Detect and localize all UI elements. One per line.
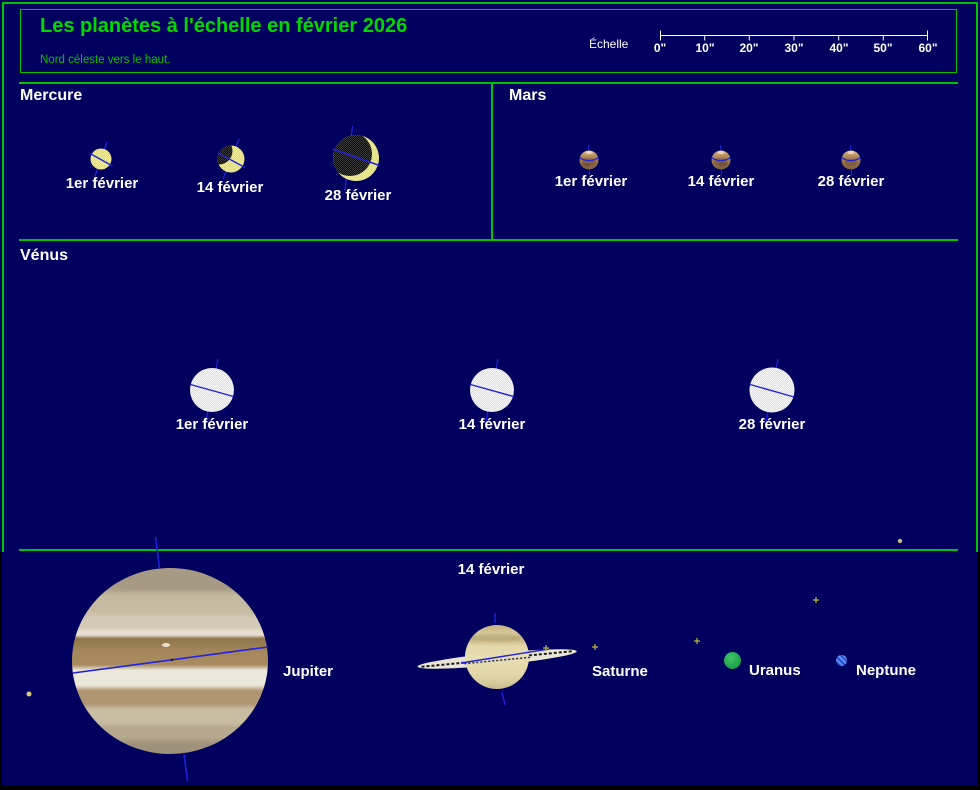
outer-border-right [976, 2, 978, 552]
mercury-date-3: 28 février [324, 187, 392, 204]
mars-date-2: 14 février [687, 173, 755, 190]
uranus-disk [724, 652, 741, 669]
uranus-label: Uranus [749, 662, 801, 679]
mercury-date-1: 1er février [65, 175, 139, 192]
canvas-edge-bottom [0, 786, 980, 790]
neptune-disk [836, 655, 847, 666]
scale-tick-label: 30" [784, 41, 804, 55]
page-subtitle: Nord céleste vers le haut. [40, 54, 171, 66]
scale-tick-label: 20" [739, 41, 759, 55]
venus-date-1: 1er février [175, 416, 249, 433]
scale-tick-label: 40" [829, 41, 849, 55]
page-title: Les planètes à l'échelle en février 2026 [40, 15, 408, 37]
divider-middle [19, 239, 958, 241]
scale-tick-label: 60" [918, 41, 938, 55]
scale-tick-label: 50" [873, 41, 893, 55]
outer-date-caption: 14 février [457, 561, 525, 578]
divider-vertical [491, 82, 493, 241]
scale-tick-label: 0" [653, 41, 667, 55]
venus-date-2: 14 février [458, 416, 526, 433]
venus-date-3: 28 février [738, 416, 806, 433]
jupiter-axis-line-top [154, 536, 161, 569]
scale-tick-label: 10" [695, 41, 715, 55]
jupiter-label: Jupiter [283, 663, 334, 680]
saturn-figure [417, 613, 577, 706]
divider-top [19, 82, 958, 84]
mars-date-3: 28 février [817, 173, 885, 190]
jupiter-axis-line-bottom [183, 753, 189, 782]
neptune-label: Neptune [856, 662, 916, 679]
canvas-edge-left [0, 552, 2, 790]
moon-marker-plus [813, 597, 819, 603]
outer-border-left [2, 2, 4, 552]
saturn-label: Saturne [592, 663, 648, 680]
jupiter-moon-dot [26, 691, 32, 697]
app-canvas: Les planètes à l'échelle en février 2026… [0, 0, 980, 790]
panel-title-mars: Mars [509, 87, 547, 104]
panel-title-mercury: Mercure [20, 87, 83, 104]
panel-title-venus: Vénus [20, 247, 69, 264]
outer-border-top [2, 2, 978, 4]
divider-bottom [19, 549, 958, 551]
moon-marker-plus [694, 638, 700, 644]
star-dot [897, 538, 903, 544]
mercury-date-2: 14 février [196, 179, 264, 196]
jupiter-sphere [72, 568, 268, 754]
scale-label: Échelle [589, 37, 629, 51]
mars-date-1: 1er février [554, 173, 628, 190]
